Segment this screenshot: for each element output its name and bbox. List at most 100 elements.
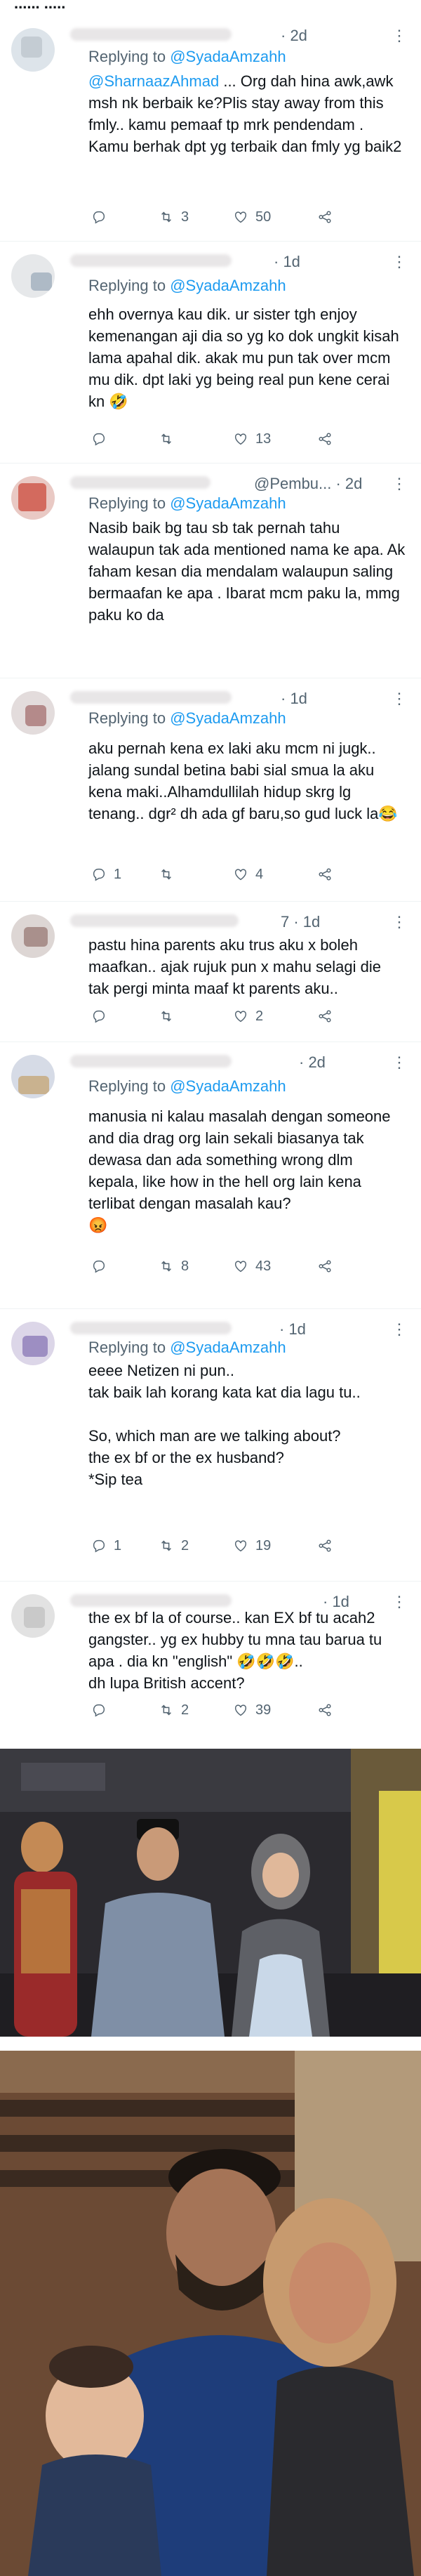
reply-button[interactable] [91,428,114,449]
reply-handle[interactable]: @SyadaAmzahh [170,277,286,294]
avatar[interactable] [11,691,55,735]
tweet[interactable]: @Pembu... · 2d ⋮ Replying to @SyadaAmzah… [0,464,421,678]
more-icon[interactable]: ⋮ [392,253,407,271]
tweet[interactable]: · 1d ⋮ Replying to @SyadaAmzahh eeee Net… [0,1309,421,1582]
avatar[interactable] [11,28,55,72]
author-name[interactable] [70,914,239,927]
tweet-time[interactable]: · 1d [274,253,300,271]
tweet-time[interactable]: @Pembu... · 2d [254,475,362,493]
tweet-text: pastu hina parents aku trus aku x boleh … [88,936,386,997]
tweet-actions: 2 39 [88,1700,390,1721]
share-button[interactable] [317,1535,333,1556]
tweet[interactable]: · 1d ⋮ Replying to @SyadaAmzahh ehh over… [0,242,421,464]
reply-handle[interactable]: @SyadaAmzahh [170,48,286,65]
partial-header-text: ...... ..... [14,0,66,10]
reply-handle[interactable]: @SyadaAmzahh [170,494,286,512]
tweet-time[interactable]: 7 · 1d [281,913,320,931]
more-icon[interactable]: ⋮ [392,690,407,708]
more-icon[interactable]: ⋮ [392,475,407,493]
author-name[interactable] [70,1055,232,1067]
tweet[interactable]: · 2d ⋮ Replying to @SyadaAmzahh @Sharnaa… [0,15,421,242]
replying-to: Replying to @SyadaAmzahh [88,709,286,727]
like-icon [234,1540,247,1552]
avatar[interactable] [11,1055,55,1098]
retweet-button[interactable]: 2 [159,1535,189,1556]
retweet-button[interactable]: 2 [159,1700,189,1721]
retweet-icon [161,1704,171,1716]
reply-icon [93,433,105,446]
share-icon [319,868,331,881]
retweet-button[interactable]: 8 [159,1256,189,1277]
retweet-icon [161,1261,171,1272]
more-icon[interactable]: ⋮ [392,1053,407,1072]
replying-to: Replying to @SyadaAmzahh [88,1077,286,1095]
retweet-button[interactable] [159,864,181,885]
reply-icon [93,868,105,881]
share-button[interactable] [317,1700,333,1721]
more-icon[interactable]: ⋮ [392,27,407,45]
reply-button[interactable]: 1 [91,1535,121,1556]
more-icon[interactable]: ⋮ [392,1320,407,1339]
avatar[interactable] [11,1322,55,1365]
author-name[interactable] [70,1322,232,1334]
share-button[interactable] [317,206,333,228]
replying-to: Replying to @SyadaAmzahh [88,277,286,294]
reply-handle[interactable]: @SyadaAmzahh [170,1339,286,1356]
tweet-text: Nasib baik bg tau sb tak pernah tahu wal… [88,519,410,624]
like-button[interactable]: 4 [233,864,263,885]
reply-button[interactable] [91,206,114,228]
author-name[interactable] [70,476,210,489]
replying-to: Replying to @SyadaAmzahh [88,494,286,512]
retweet-button[interactable] [159,428,181,449]
author-name[interactable] [70,28,232,41]
reply-button[interactable] [91,1006,114,1027]
tweet-text: ehh overnya kau dik. ur sister tgh enjoy… [88,305,403,410]
share-button[interactable] [317,864,333,885]
photo-2-image [0,2051,421,2576]
author-name[interactable] [70,254,232,267]
share-button[interactable] [317,1256,333,1277]
like-button[interactable]: 50 [233,206,271,228]
mention[interactable]: @SharnaazAhmad [88,72,219,90]
tweet-text: the ex bf la of course.. kan EX bf tu ac… [88,1609,382,1692]
retweet-icon [161,433,171,445]
reply-button[interactable] [91,1256,114,1277]
tweet-time[interactable]: · 2d [281,27,307,45]
tweet-time[interactable]: · 2d [299,1053,326,1072]
retweet-button[interactable]: 3 [159,206,189,228]
like-button[interactable]: 19 [233,1535,271,1556]
retweet-icon [161,1540,171,1551]
like-button[interactable]: 43 [233,1256,271,1277]
share-button[interactable] [317,1006,333,1027]
reply-handle[interactable]: @SyadaAmzahh [170,709,286,727]
reply-button[interactable]: 1 [91,864,121,885]
tweet-time[interactable]: · 1d [279,1320,306,1339]
tweet[interactable]: · 1d ⋮ the ex bf la of course.. kan EX b… [0,1582,421,1728]
tweet[interactable]: 7 · 1d ⋮ pastu hina parents aku trus aku… [0,902,421,1042]
photo-1[interactable] [0,1749,421,2037]
author-name[interactable] [70,691,232,704]
avatar[interactable] [11,476,55,520]
reply-button[interactable] [91,1700,114,1721]
like-button[interactable]: 13 [233,428,271,449]
tweet[interactable]: · 2d ⋮ Replying to @SyadaAmzahh manusia … [0,1042,421,1309]
avatar[interactable] [11,914,55,958]
like-button[interactable]: 2 [233,1006,263,1027]
retweet-button[interactable] [159,1006,181,1027]
like-button[interactable]: 39 [233,1700,271,1721]
tweet-text: @SharnaazAhmad ... Org dah hina awk,awk … [88,72,402,155]
reply-icon [93,1010,105,1023]
tweet[interactable]: · 1d ⋮ Replying to @SyadaAmzahh aku pern… [0,678,421,902]
replying-to: Replying to @SyadaAmzahh [88,1339,286,1356]
more-icon[interactable]: ⋮ [392,913,407,931]
tweet-text: eeee Netizen ni pun.. tak baik lah koran… [88,1362,361,1488]
photo-2[interactable] [0,2051,421,2576]
share-button[interactable] [317,428,333,449]
like-icon [234,211,247,223]
avatar[interactable] [11,1594,55,1638]
reply-handle[interactable]: @SyadaAmzahh [170,1077,286,1095]
tweet-time[interactable]: · 1d [281,690,307,708]
avatar[interactable] [11,254,55,298]
retweet-icon [161,211,171,223]
author-name[interactable] [70,1594,232,1607]
